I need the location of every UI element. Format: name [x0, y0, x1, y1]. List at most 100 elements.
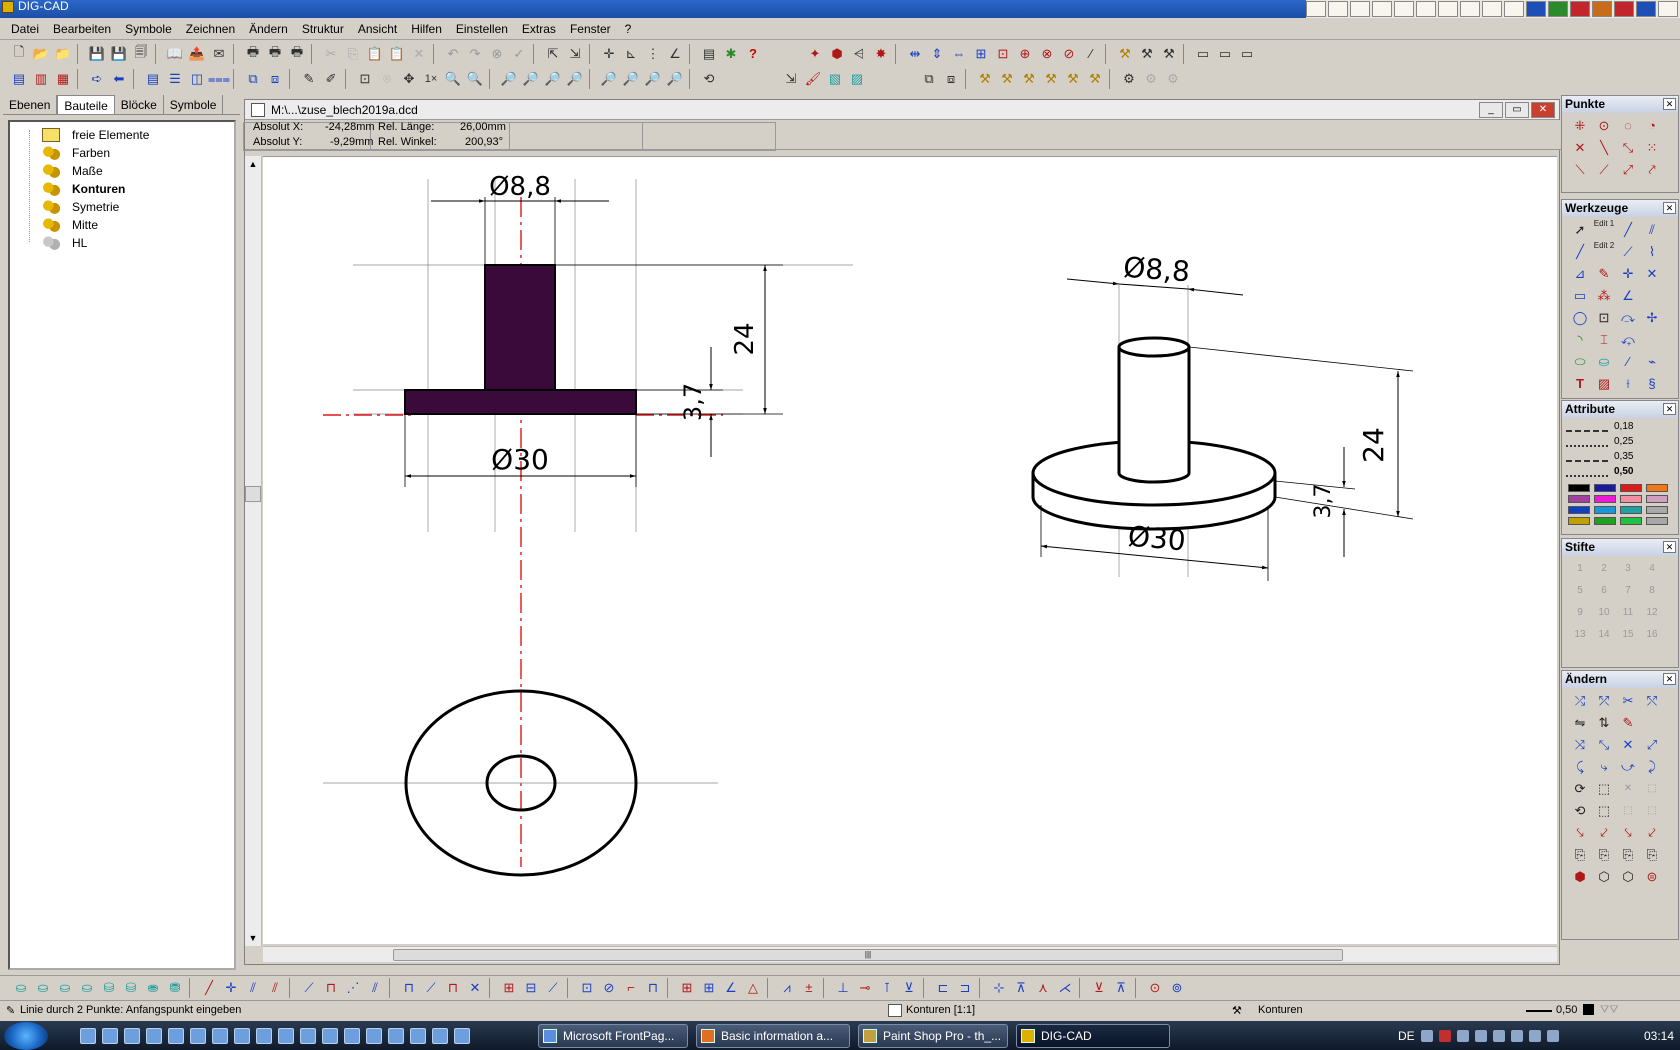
tree-item[interactable]: Maße — [10, 162, 234, 180]
open-folder-icon[interactable]: 📁 — [52, 43, 74, 65]
color-swatch[interactable] — [1646, 517, 1668, 525]
paste-icon[interactable]: 📋 — [364, 43, 386, 65]
dim-a-icon[interactable]: ⇔ — [948, 43, 970, 65]
tool-button-icon[interactable]: ⊓ — [320, 977, 342, 999]
dim-b-icon[interactable]: ⊞ — [970, 43, 992, 65]
pen-button[interactable]: 8 — [1640, 580, 1664, 602]
slash-icon[interactable]: ⁄ — [1616, 351, 1640, 373]
modify-icon[interactable]: ⬡ — [1616, 866, 1640, 888]
tool-button-icon[interactable]: ⊥ — [832, 977, 854, 999]
dim-f-icon[interactable]: ⊘ — [1058, 43, 1080, 65]
pen-button[interactable]: 6 — [1592, 580, 1616, 602]
modify-icon[interactable]: ⇅ — [1592, 712, 1616, 734]
tool-a-icon[interactable]: ✦ — [804, 43, 826, 65]
color-swatch[interactable] — [1646, 484, 1668, 492]
tree-item[interactable]: freie Elemente — [10, 126, 234, 144]
modify-icon[interactable]: ⤮ — [1568, 690, 1592, 712]
pen-button[interactable]: 16 — [1640, 624, 1664, 646]
linewidth-050[interactable]: 0,50 — [1614, 466, 1633, 477]
linetype-wavy[interactable] — [1566, 466, 1608, 477]
redo-icon[interactable]: ↷ — [464, 43, 486, 65]
window-c-icon[interactable]: ▭ — [1236, 43, 1258, 65]
hatch-tool-icon[interactable]: ▨ — [1592, 373, 1616, 395]
ql-app-icon[interactable] — [454, 1028, 470, 1044]
tool-button-icon[interactable]: ⊼ — [1110, 977, 1132, 999]
axis-icon[interactable]: ⊾ — [620, 43, 642, 65]
tool-button-icon[interactable]: ⛀ — [32, 977, 54, 999]
pen-button[interactable]: 14 — [1592, 624, 1616, 646]
modify-icon[interactable]: ⤡ — [1592, 734, 1616, 756]
tool-button-icon[interactable]: ⊸ — [854, 977, 876, 999]
ql-app-icon[interactable] — [124, 1028, 140, 1044]
circle-icon[interactable]: ◯ — [1568, 307, 1592, 329]
part-c-icon[interactable]: ⚒ — [1018, 68, 1040, 90]
linewidth-018[interactable]: 0,18 — [1614, 421, 1633, 432]
pen-button[interactable]: 5 — [1568, 580, 1592, 602]
zoom-out-icon[interactable]: 🔎 — [520, 68, 542, 90]
tool-button-icon[interactable]: ⟋ — [298, 977, 320, 999]
line-parallel-icon[interactable]: ⫽ — [1640, 219, 1664, 241]
ql-app-icon[interactable] — [366, 1028, 382, 1044]
point-mid-icon[interactable]: ⤡ — [1616, 137, 1640, 159]
align-mid-icon[interactable]: ☰ — [164, 68, 186, 90]
menu-zeichnen[interactable]: Zeichnen — [179, 22, 242, 36]
taskbar-button[interactable]: Basic information a... — [696, 1024, 850, 1048]
spline-icon[interactable]: § — [1640, 373, 1664, 395]
color-swatch[interactable] — [1620, 495, 1642, 503]
ql-app-icon[interactable] — [278, 1028, 294, 1044]
tool-button-icon[interactable]: ⛃ — [164, 977, 186, 999]
pen-button[interactable]: 3 — [1616, 558, 1640, 580]
zoom-fit-icon[interactable]: 🔍 — [464, 68, 486, 90]
export-icon[interactable]: 📤 — [186, 43, 208, 65]
close-icon[interactable]: ✕ — [1663, 673, 1676, 685]
copy-block-icon[interactable]: ⧉ — [918, 68, 940, 90]
ellipse-icon[interactable]: ⬭ — [1568, 351, 1592, 373]
mail-icon[interactable]: ✉ — [208, 43, 230, 65]
zoom-1x-icon[interactable]: 1× — [420, 68, 442, 90]
cursor-icon[interactable]: ⇱ — [542, 43, 564, 65]
scroll-up-icon[interactable]: ▲ — [245, 156, 261, 172]
fill-icon[interactable]: ▨ — [846, 68, 868, 90]
curve-icon[interactable]: ⤽ — [1616, 329, 1640, 351]
dim-g-icon[interactable]: ⁄ — [1080, 43, 1102, 65]
close-button[interactable]: ✕ — [1531, 102, 1555, 118]
tool-button-icon[interactable]: ⛁ — [120, 977, 142, 999]
color-swatch[interactable] — [1620, 484, 1642, 492]
word-icon[interactable] — [1526, 1, 1546, 17]
ql-icon[interactable] — [1658, 1, 1678, 17]
modify-icon[interactable]: ⤹ — [1568, 756, 1592, 778]
pen-button[interactable]: 15 — [1616, 624, 1640, 646]
modify-icon[interactable]: ⤸ — [1640, 756, 1664, 778]
modify-icon[interactable]: ⤱ — [1592, 690, 1616, 712]
erase-icon[interactable]: ✎ — [1592, 263, 1616, 285]
tab-symbole[interactable]: Symbole — [164, 95, 224, 114]
volume-icon[interactable] — [1528, 1029, 1541, 1042]
undo-icon[interactable]: ↶ — [442, 43, 464, 65]
close-icon[interactable]: ✕ — [1663, 98, 1676, 110]
close-icon[interactable]: ✕ — [1663, 202, 1676, 214]
dim-h-icon[interactable]: ⇹ — [904, 43, 926, 65]
tool-x-icon[interactable]: ⚙ — [1118, 68, 1140, 90]
group-icon[interactable]: ⧉ — [242, 68, 264, 90]
menu-struktur[interactable]: Struktur — [295, 22, 351, 36]
modify-icon[interactable]: ⊜ — [1640, 866, 1664, 888]
align-left-icon[interactable]: ◫ — [186, 68, 208, 90]
zoom-next-icon[interactable]: 🔎 — [564, 68, 586, 90]
tool-button-icon[interactable]: ⛀ — [10, 977, 32, 999]
ql-icon[interactable] — [1372, 1, 1392, 17]
linewidth-025[interactable]: 0,25 — [1614, 436, 1633, 447]
menu-fenster[interactable]: Fenster — [563, 22, 618, 36]
point-icon[interactable]: ⁜ — [1568, 115, 1592, 137]
modify-icon[interactable]: ⟳ — [1568, 778, 1592, 800]
edit-1-icon[interactable]: Edit 1 — [1592, 219, 1616, 241]
modify-icon[interactable]: ⬚ — [1592, 778, 1616, 800]
tray-icon[interactable] — [1510, 1029, 1523, 1042]
start-button[interactable] — [4, 1022, 48, 1050]
scroll-thumb[interactable]: ||| — [393, 949, 1343, 961]
tool-button-icon[interactable]: ⊟ — [520, 977, 542, 999]
tray-icon[interactable] — [1474, 1029, 1487, 1042]
menu-extras[interactable]: Extras — [515, 22, 563, 36]
ql-app-icon[interactable] — [80, 1028, 96, 1044]
polygon-icon[interactable]: ⊿ — [1568, 263, 1592, 285]
tree-item[interactable]: Mitte — [10, 216, 234, 234]
